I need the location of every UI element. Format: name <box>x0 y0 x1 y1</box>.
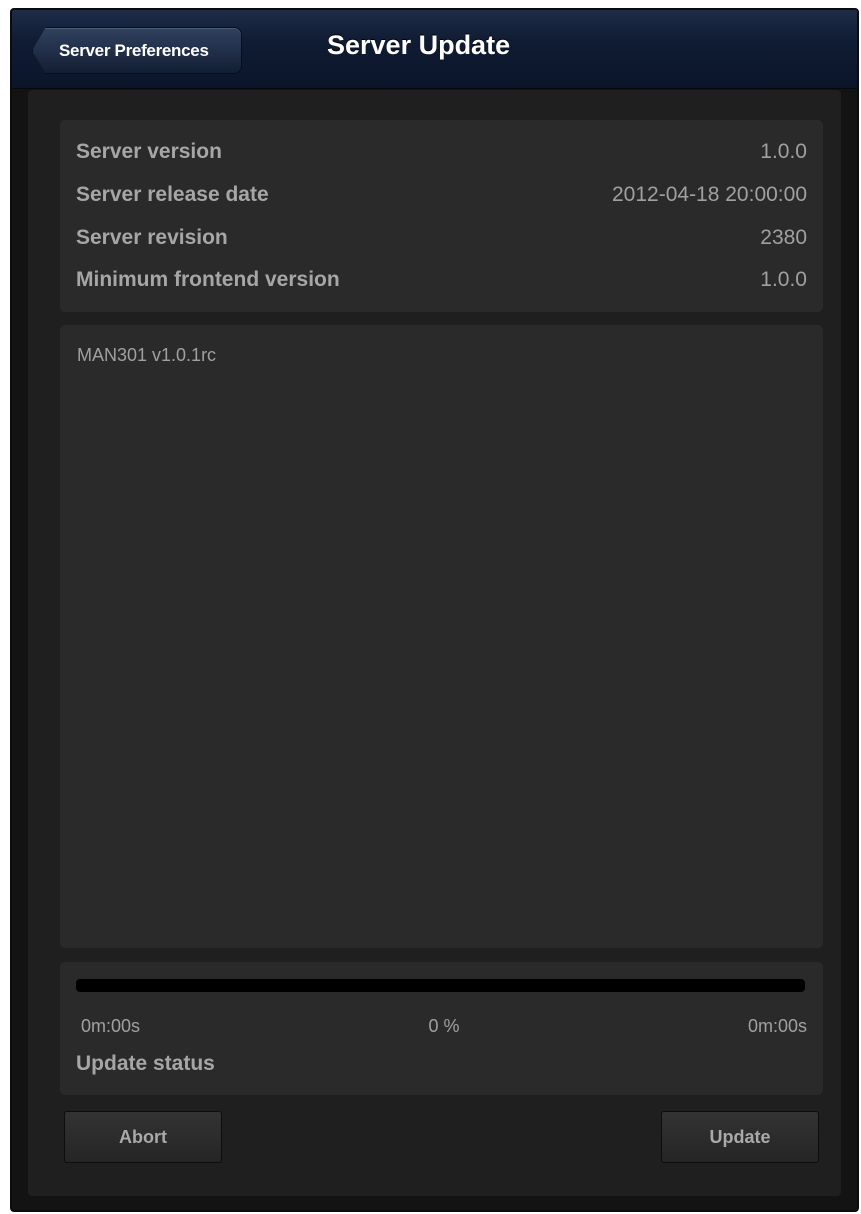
update-button[interactable]: Update <box>661 1111 819 1163</box>
back-button-server-preferences[interactable]: Server Preferences <box>32 27 242 74</box>
info-value: 1.0.0 <box>760 140 807 163</box>
update-status-label: Update status <box>76 1052 215 1075</box>
info-row-server-revision: Server revision 2380 <box>76 223 807 253</box>
info-value: 1.0.0 <box>760 268 807 291</box>
log-text: MAN301 v1.0.1rc <box>77 345 217 365</box>
navigation-bar: Server Preferences Server Update <box>12 10 857 89</box>
info-value: 2012-04-18 20:00:00 <box>612 183 807 206</box>
info-label: Server release date <box>76 183 269 206</box>
info-row-server-release-date: Server release date 2012-04-18 20:00:00 <box>76 180 807 210</box>
abort-button[interactable]: Abort <box>64 1111 222 1163</box>
server-update-window: Server Preferences Server Update Server … <box>10 8 859 1212</box>
progress-readout: 0m:00s 0 % 0m:00s <box>81 1014 807 1038</box>
content-area: Server version 1.0.0 Server release date… <box>28 90 841 1196</box>
page-title: Server Update <box>327 30 511 60</box>
elapsed-time: 0m:00s <box>81 1015 141 1036</box>
info-value: 2380 <box>760 226 807 249</box>
info-label: Server revision <box>76 226 228 249</box>
info-label: Minimum frontend version <box>76 268 340 291</box>
progress-percent: 0 % <box>428 1015 460 1036</box>
server-info-panel: Server version 1.0.0 Server release date… <box>60 120 823 312</box>
remaining-time: 0m:00s <box>747 1015 807 1036</box>
info-row-minimum-frontend-version: Minimum frontend version 1.0.0 <box>76 265 807 295</box>
info-label: Server version <box>76 140 222 163</box>
progress-bar <box>76 979 805 992</box>
info-row-server-version: Server version 1.0.0 <box>76 137 807 167</box>
update-log-panel[interactable]: MAN301 v1.0.1rc <box>60 325 823 948</box>
progress-panel: 0m:00s 0 % 0m:00s Update status <box>60 962 823 1095</box>
